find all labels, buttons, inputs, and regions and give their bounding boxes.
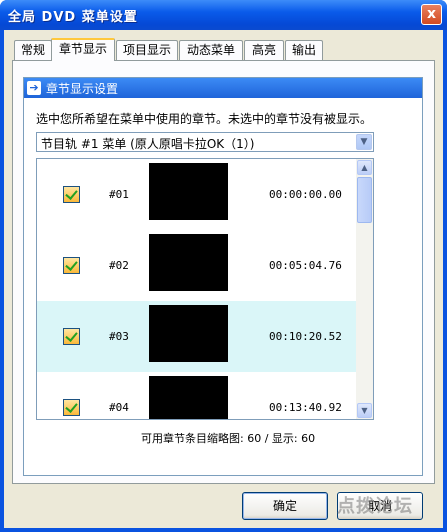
tab-panel: ➔ 章节显示设置 选中您所希望在菜单中使用的章节。未选中的章节没有被显示。 节目…: [12, 60, 435, 484]
close-button[interactable]: x: [421, 4, 442, 25]
thumbnail-count-text: 可用章节条目缩略图: 60 / 显示: 60: [141, 432, 316, 445]
chapter-number: #01: [109, 188, 129, 201]
chapter-checkbox[interactable]: [63, 257, 80, 274]
chapter-checkbox[interactable]: [63, 399, 80, 416]
chapter-time: 00:05:04.76: [269, 259, 342, 272]
vertical-scrollbar[interactable]: ▲ ▼: [356, 159, 373, 419]
chapter-checkbox[interactable]: [63, 328, 80, 345]
chapter-number: #03: [109, 330, 129, 343]
tab-label: 项目显示: [122, 43, 171, 57]
tab-dynamic-menu[interactable]: 动态菜单: [179, 40, 243, 60]
chapter-time: 00:13:40.92: [269, 401, 342, 414]
tab-output[interactable]: 输出: [285, 40, 323, 60]
chapter-row-selected[interactable]: #03 00:10:20.52: [37, 301, 356, 372]
tab-label: 章节显示: [58, 42, 107, 56]
chapter-row[interactable]: #02 00:05:04.76: [37, 230, 356, 301]
chapter-time: 00:10:20.52: [269, 330, 342, 343]
select-value: 节目轨 #1 菜单 (原人原唱卡拉OK（1）): [41, 137, 255, 151]
group-header: ➔ 章节显示设置: [24, 78, 422, 98]
tab-chapter-display[interactable]: 章节显示: [51, 38, 115, 61]
tab-highlight[interactable]: 高亮: [244, 40, 284, 60]
close-icon: x: [426, 6, 437, 22]
instruction-text: 选中您所希望在菜单中使用的章节。未选中的章节没有被显示。: [36, 112, 373, 126]
tab-item-display[interactable]: 项目显示: [116, 40, 178, 60]
tab-label: 动态菜单: [186, 43, 235, 57]
tab-label: 输出: [291, 43, 316, 57]
chapter-number: #04: [109, 401, 129, 414]
dialog-client: 常规 章节显示 项目显示 动态菜单 高亮 输出 ➔ 章节显示设置 选中您所希望在…: [4, 30, 443, 528]
dialog-window: 全局 DVD 菜单设置 x 常规 章节显示 项目显示 动态菜单 高亮 输出 ➔ …: [0, 0, 447, 532]
chapter-thumbnail: [149, 163, 228, 220]
chevron-down-icon[interactable]: ▼: [356, 134, 372, 150]
arrow-right-icon: ➔: [27, 81, 41, 95]
scroll-thumb[interactable]: [357, 177, 372, 223]
chapter-thumbnail: [149, 305, 228, 362]
tab-label: 常规: [20, 43, 45, 57]
window-title: 全局 DVD 菜单设置: [8, 10, 138, 25]
watermark-text: 点拨论坛: [337, 496, 413, 517]
chapter-row[interactable]: #01 00:00:00.00: [37, 159, 356, 230]
tab-general[interactable]: 常规: [14, 40, 52, 60]
chapter-time: 00:00:00.00: [269, 188, 342, 201]
chapter-number: #02: [109, 259, 129, 272]
title-track-select[interactable]: 节目轨 #1 菜单 (原人原唱卡拉OK（1）) ▼: [36, 132, 374, 152]
chapter-row[interactable]: #04 00:13:40.92: [37, 372, 356, 419]
scroll-up-button[interactable]: ▲: [357, 160, 372, 175]
chapter-list: #01 00:00:00.00 #02 00:05:04.76 #03 00:1…: [36, 158, 374, 420]
tab-label: 高亮: [251, 43, 276, 57]
chapter-checkbox[interactable]: [63, 186, 80, 203]
chapter-thumbnail: [149, 376, 228, 419]
chapter-thumbnail: [149, 234, 228, 291]
group-title: 章节显示设置: [46, 82, 119, 96]
chapter-display-group: ➔ 章节显示设置 选中您所希望在菜单中使用的章节。未选中的章节没有被显示。 节目…: [23, 77, 423, 476]
ok-button[interactable]: 确定: [242, 492, 328, 520]
scroll-down-button[interactable]: ▼: [357, 403, 372, 418]
title-bar[interactable]: 全局 DVD 菜单设置 x: [0, 0, 447, 30]
